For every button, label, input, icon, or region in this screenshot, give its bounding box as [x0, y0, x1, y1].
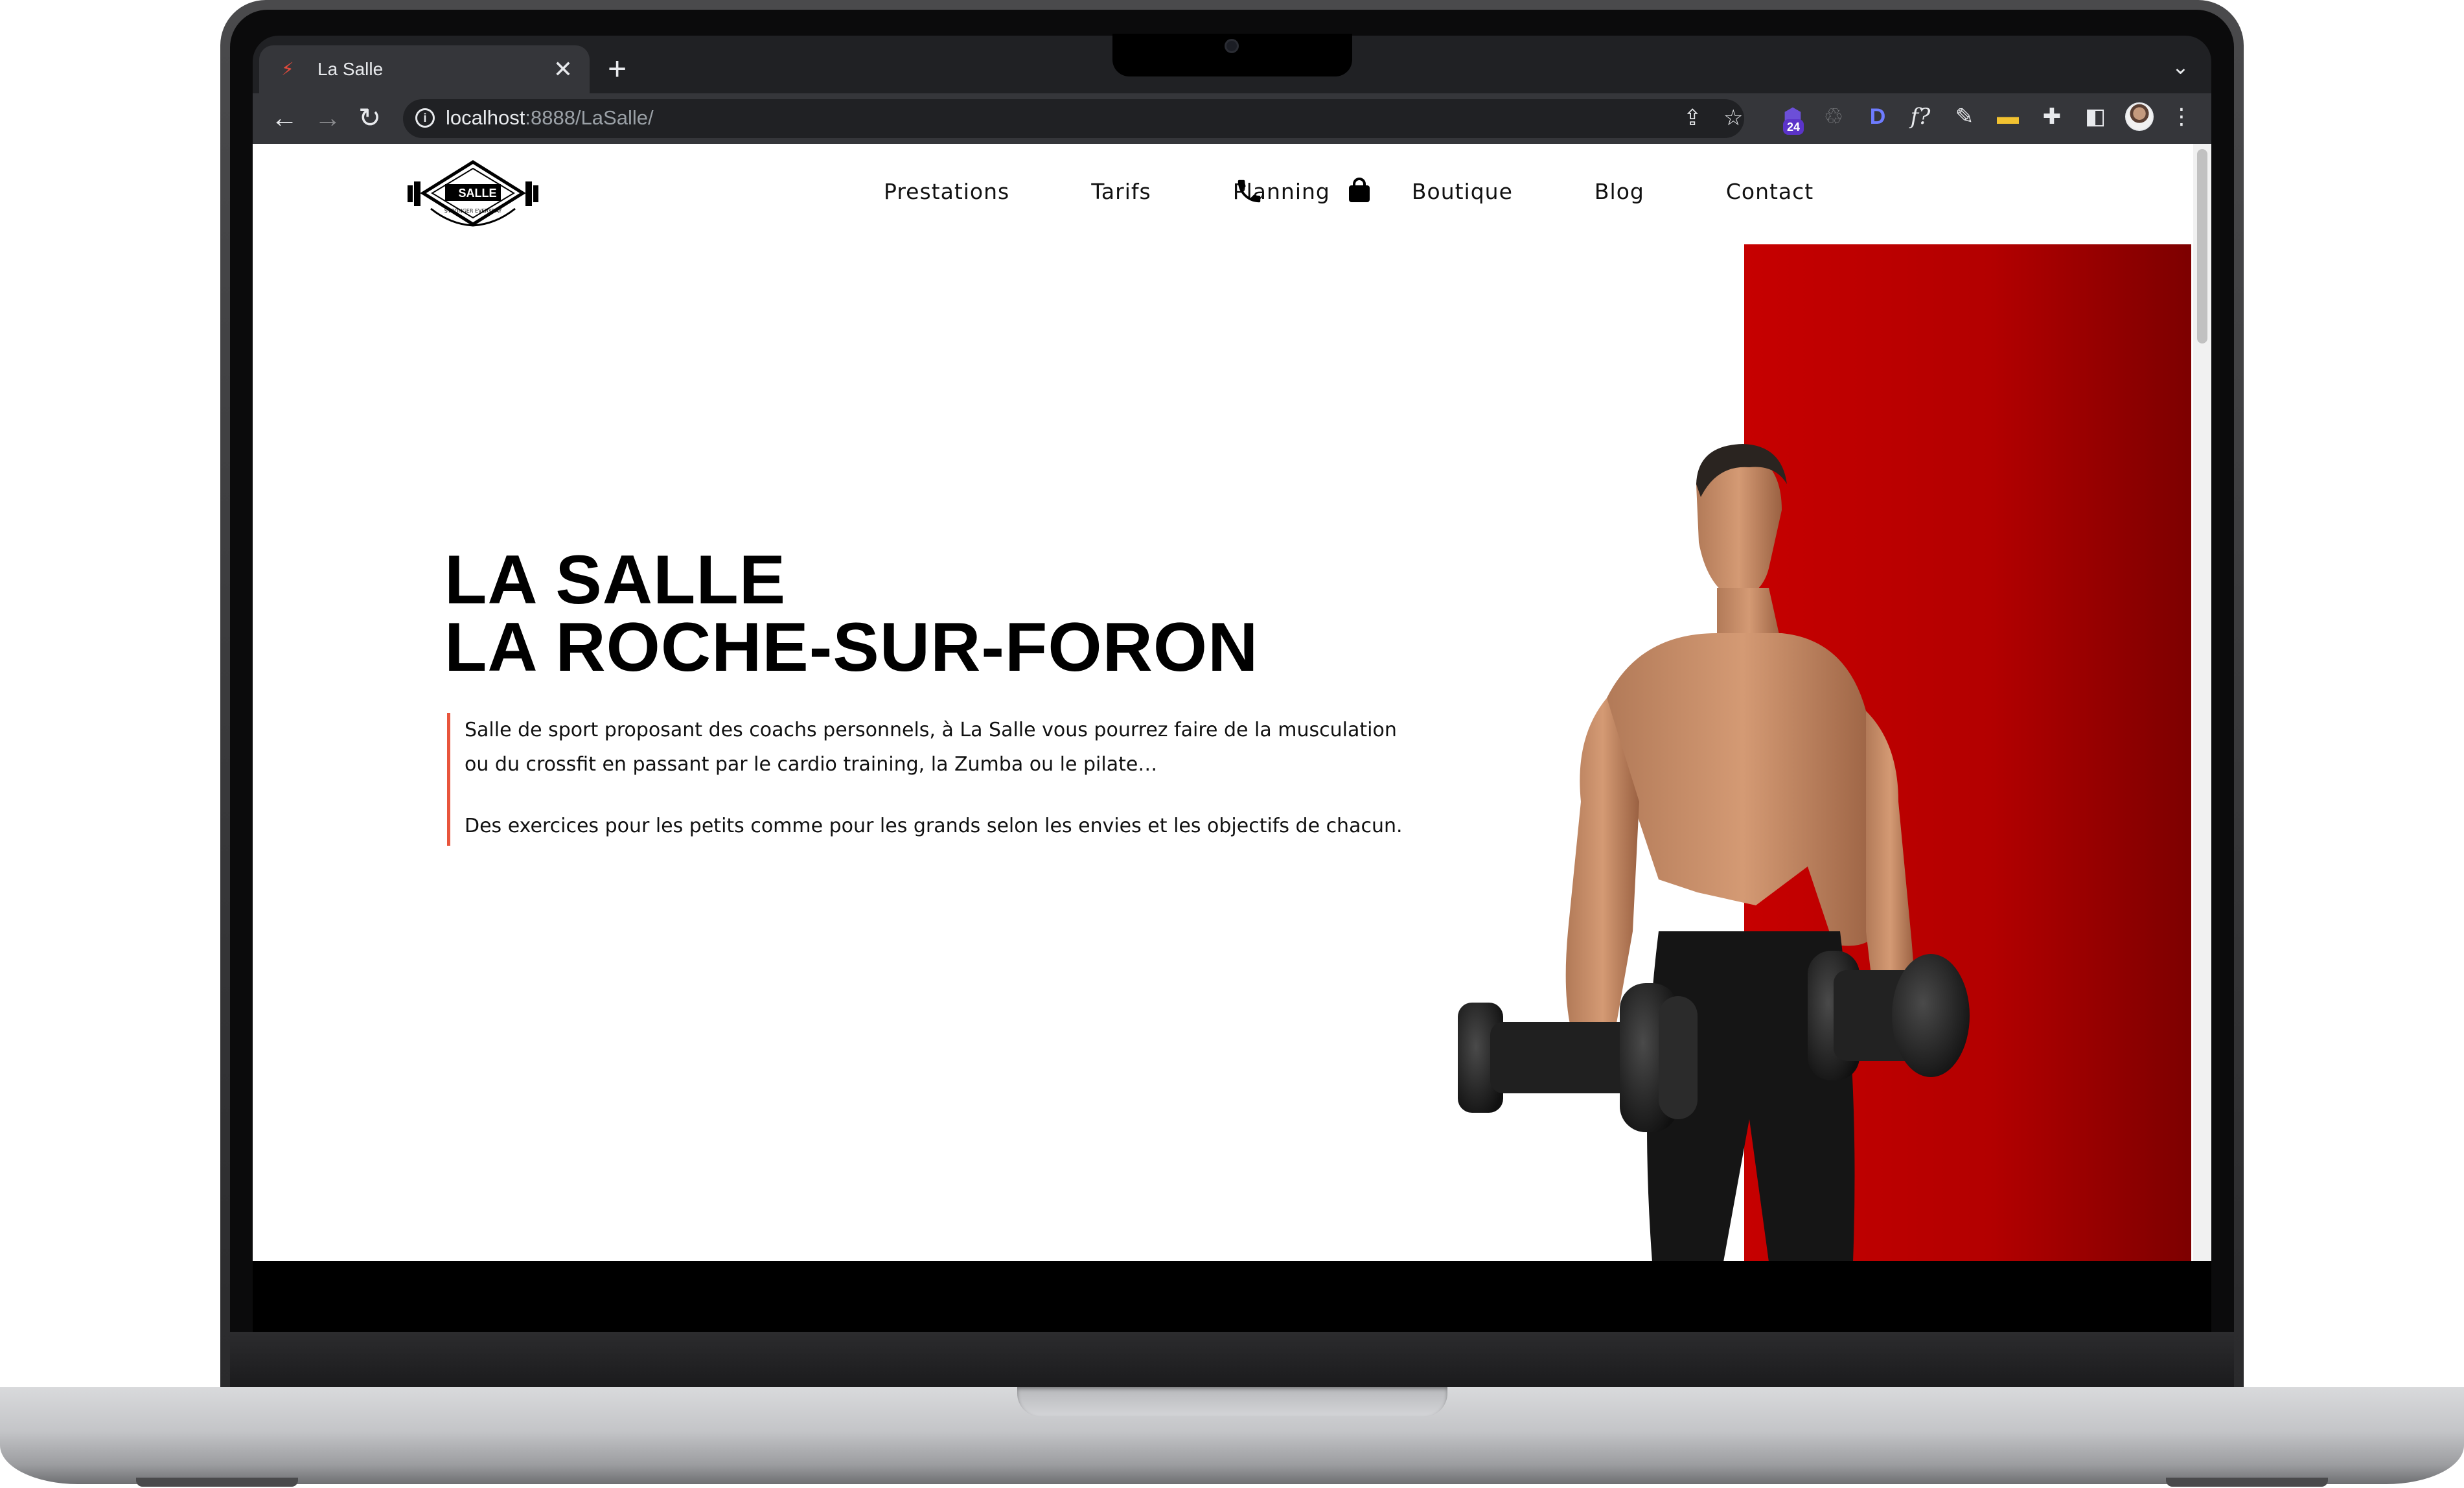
hero-paragraph-1: Salle de sport proposant des coachs pers…	[465, 713, 1449, 782]
new-tab-button[interactable]: +	[608, 51, 627, 87]
hero-title-line2: LA ROCHE-SUR-FORON	[444, 608, 1259, 686]
extension-d-icon[interactable]: D	[1863, 102, 1892, 131]
url-text[interactable]: localhost:8888/LaSalle/	[446, 104, 654, 132]
laptop-foot-left	[136, 1478, 298, 1487]
nav-blog[interactable]: Blog	[1595, 179, 1644, 204]
url-path: :8888/LaSalle/	[525, 106, 654, 129]
page-scrollbar[interactable]	[2193, 144, 2211, 1261]
scrollbar-thumb[interactable]	[2197, 149, 2207, 343]
url-host: localhost	[446, 106, 525, 129]
logo-tagline: STRONGER EVERYDAY	[444, 208, 502, 214]
tab-favicon-icon: ⚡	[281, 59, 294, 79]
shopping-bag-icon[interactable]	[1348, 178, 1371, 203]
forward-arrow-icon[interactable]: →	[314, 99, 341, 137]
web-page: SALLE STRONGER EVERYDAY Prestations Tari…	[253, 144, 2211, 1261]
side-panel-icon[interactable]: ◧	[2081, 102, 2110, 131]
reload-icon[interactable]: ↻	[358, 99, 381, 137]
site-logo[interactable]: SALLE STRONGER EVERYDAY	[405, 159, 541, 232]
hero-paragraph-2: Des exercices pour les petits comme pour…	[465, 815, 1403, 837]
screen-bottom-bezel	[253, 1261, 2211, 1332]
nav-boutique[interactable]: Boutique	[1412, 179, 1513, 204]
extension-pen-icon[interactable]: ✎	[1950, 102, 1979, 131]
hero-title: LA SALLE LA ROCHE-SUR-FORON	[444, 545, 1258, 682]
site-info-icon[interactable]: i	[415, 108, 435, 128]
hero-title-line1: LA SALLE	[444, 541, 787, 618]
phone-icon[interactable]	[1234, 176, 1264, 206]
bookmark-star-icon[interactable]: ☆	[1723, 104, 1743, 132]
browser-tab-active[interactable]: ⚡ La Salle ✕	[259, 45, 590, 93]
tab-close-icon[interactable]: ✕	[553, 56, 573, 82]
athlete-image	[1458, 444, 1970, 1261]
menu-kebab-icon[interactable]: ⋮	[2167, 102, 2196, 131]
hero-paragraph-1-line-2: ou du crossfit en passant par le cardio …	[465, 753, 1158, 776]
laptop-opening-notch	[1017, 1387, 1447, 1417]
extension-recycle-icon[interactable]: ♲	[1819, 102, 1848, 131]
nav-prestations[interactable]: Prestations	[884, 179, 1009, 204]
camera-icon	[1225, 39, 1239, 53]
hero-quote-bar	[447, 713, 450, 846]
extension-badge: 24	[1783, 119, 1804, 135]
laptop-hinge	[230, 1332, 2234, 1389]
laptop-foot-right	[2166, 1478, 2328, 1487]
puzzle-icon[interactable]: ✚	[2038, 102, 2066, 131]
profile-avatar[interactable]	[2125, 102, 2154, 131]
nav-contact[interactable]: Contact	[1726, 179, 1813, 204]
back-arrow-icon[interactable]: ←	[271, 99, 298, 137]
extension-yellow-icon[interactable]: ▬	[1994, 102, 2022, 131]
logo-wordmark: SALLE	[458, 187, 496, 200]
nav-tarifs[interactable]: Tarifs	[1091, 179, 1151, 204]
tab-search-chevron-icon[interactable]: ⌄	[2172, 56, 2189, 78]
extension-formula-icon[interactable]: f?	[1906, 102, 1935, 131]
share-icon[interactable]: ⇪	[1683, 104, 1702, 132]
hero-description: Salle de sport proposant des coachs pers…	[465, 713, 1449, 843]
hero-paragraph-1-line-1: Salle de sport proposant des coachs pers…	[465, 719, 1397, 741]
tab-title: La Salle	[317, 59, 384, 79]
